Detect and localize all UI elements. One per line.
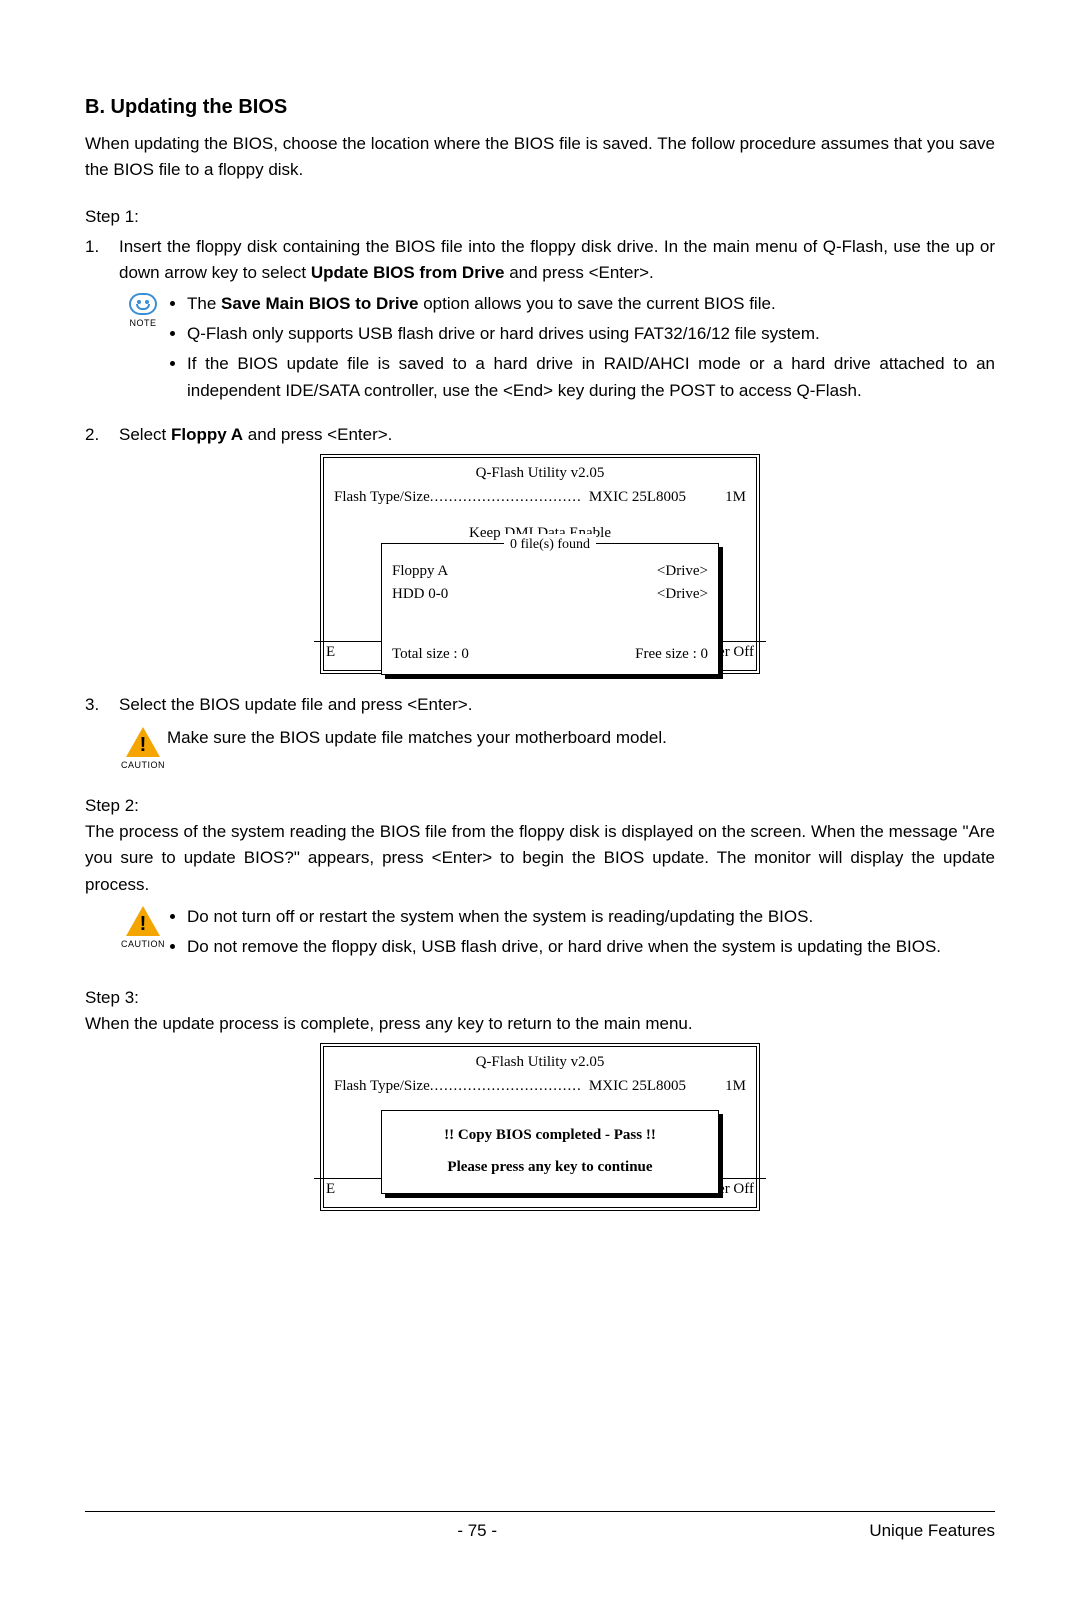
note-bullet: The Save Main BIOS to Drive option allow… [187,291,995,317]
qflash-bottom-left: E [326,641,335,664]
total-size: Total size : 0 [392,643,469,666]
continue-msg: Please press any key to continue [392,1155,708,1179]
qflash-title: Q-Flash Utility v2.05 [334,462,746,485]
caution-bullet: Do not remove the floppy disk, USB flash… [187,934,995,960]
section-title: B. Updating the BIOS [85,92,995,123]
step2-label: Step 2: [85,793,995,819]
note-bullet: If the BIOS update file is saved to a ha… [187,351,995,404]
step1-item2: Select Floppy A and press <Enter>. [119,422,995,448]
qflash-dialog-1: Q-Flash Utility v2.05 Flash Type/Size ..… [320,454,760,674]
list-number: 3. [85,692,119,718]
free-size: Free size : 0 [635,643,708,666]
step1-label: Step 1: [85,204,995,230]
qflash-bottom-right: er Off [718,1178,754,1201]
footer-section: Unique Features [869,1518,995,1544]
drive-option[interactable]: Floppy A [392,560,448,583]
qflash-bottom-left: E [326,1178,335,1201]
completion-popup: !! Copy BIOS completed - Pass !! Please … [381,1110,719,1194]
caution-icon: ! CAUTION [119,904,167,965]
list-number: 2. [85,422,119,448]
caution-bullet: Do not turn off or restart the system wh… [187,904,995,930]
list-number: 1. [85,234,119,287]
qflash-title: Q-Flash Utility v2.05 [334,1051,746,1074]
drive-select-popup: 0 file(s) found Floppy A <Drive> HDD 0-0… [381,543,719,674]
step1-item3: Select the BIOS update file and press <E… [119,692,995,718]
intro-text: When updating the BIOS, choose the locat… [85,131,995,184]
step3-text: When the update process is complete, pre… [85,1011,995,1037]
qflash-dialog-2: Q-Flash Utility v2.05 Flash Type/Size ..… [320,1043,760,1211]
qflash-bottom-right: er Off [718,641,754,664]
popup-title: 0 file(s) found [504,534,596,556]
step1-item1: Insert the floppy disk containing the BI… [119,234,995,287]
drive-tag: <Drive> [657,583,708,606]
completion-msg: !! Copy BIOS completed - Pass !! [392,1123,708,1147]
drive-option[interactable]: HDD 0-0 [392,583,448,606]
note-icon: NOTE [119,291,167,408]
caution-icon: ! CAUTION [119,725,167,773]
page-number: - 75 - [457,1518,497,1544]
note-bullet: Q-Flash only supports USB flash drive or… [187,321,995,347]
step2-text: The process of the system reading the BI… [85,819,995,898]
step3-label: Step 3: [85,985,995,1011]
caution-text: Make sure the BIOS update file matches y… [167,725,995,773]
drive-tag: <Drive> [657,560,708,583]
